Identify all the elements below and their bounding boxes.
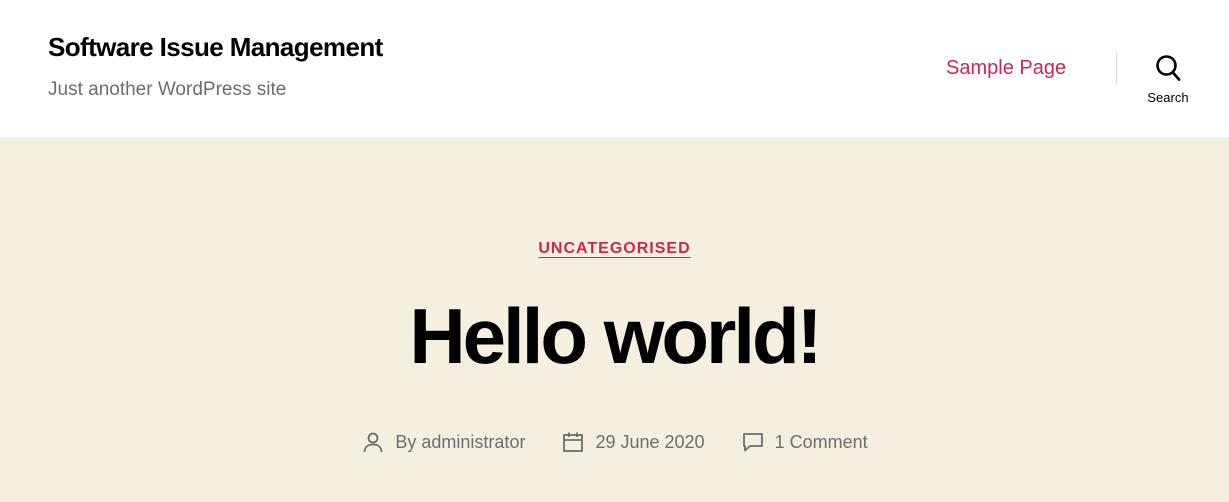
nav-divider xyxy=(1116,52,1117,85)
post-categories: UNCATEGORISED xyxy=(0,240,1229,258)
date-link[interactable]: 29 June 2020 xyxy=(595,432,704,453)
calendar-icon xyxy=(563,432,584,452)
post-header: UNCATEGORISED Hello world! By administra… xyxy=(0,137,1229,502)
nav-item-sample-page[interactable]: Sample Page xyxy=(946,57,1066,80)
author-link[interactable]: administrator xyxy=(421,432,525,453)
category-link[interactable]: UNCATEGORISED xyxy=(538,240,690,257)
site-header: Software Issue Management Just another W… xyxy=(0,0,1229,137)
post-meta: By administrator 29 June 2020 1 Comment xyxy=(0,431,1229,453)
author-prefix: By xyxy=(395,431,422,452)
site-description: Just another WordPress site xyxy=(48,79,287,100)
comment-icon xyxy=(742,433,763,452)
post-title: Hello world! xyxy=(409,292,822,380)
search-label: Search xyxy=(1147,90,1189,105)
site-title[interactable]: Software Issue Management xyxy=(48,32,383,63)
search-toggle-button[interactable]: Search xyxy=(1136,50,1200,112)
comments-link[interactable]: 1 Comment xyxy=(775,432,868,453)
search-icon xyxy=(1156,55,1181,81)
user-icon xyxy=(363,432,383,453)
post-date: 29 June 2020 xyxy=(561,431,705,453)
post-author: By administrator xyxy=(361,431,525,453)
post-comments: 1 Comment xyxy=(741,431,868,453)
